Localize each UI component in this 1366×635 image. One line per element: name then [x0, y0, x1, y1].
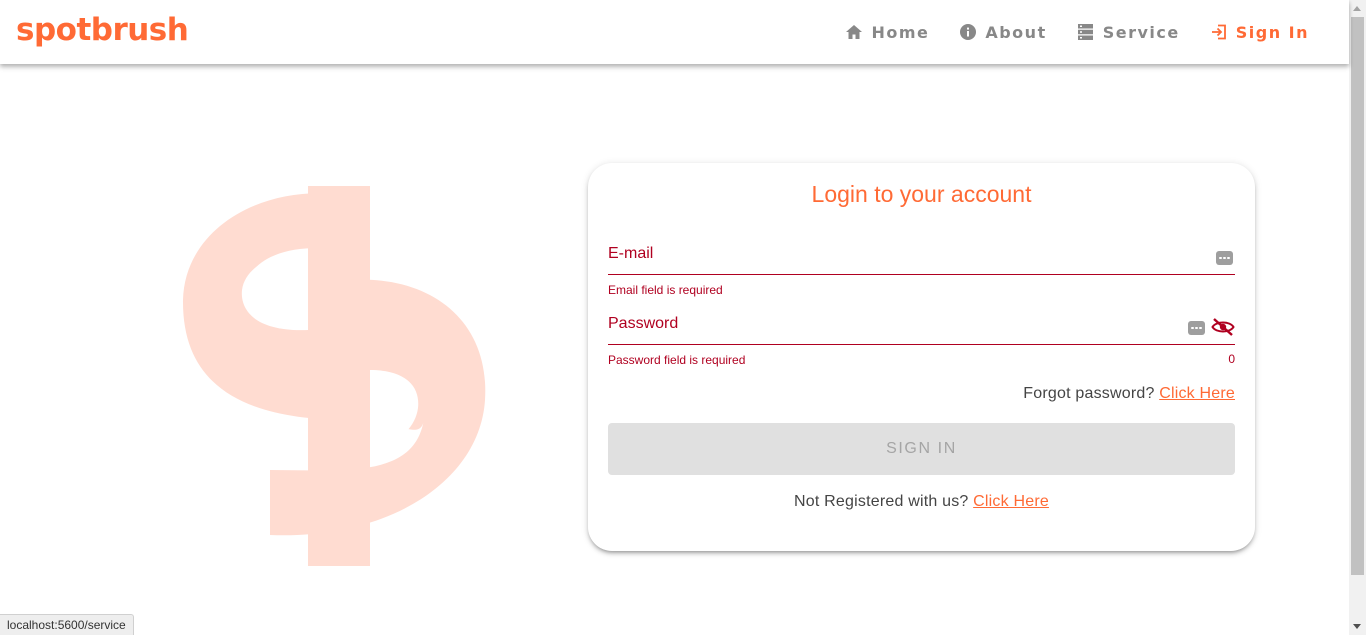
brand-logo[interactable]: spotbrush: [16, 12, 189, 48]
autofill-key-icon[interactable]: [1188, 321, 1205, 335]
main-nav: Home About Service Sign In: [830, 14, 1324, 50]
nav-about-label: About: [985, 22, 1047, 42]
scroll-up-arrow-icon[interactable]: [1353, 6, 1361, 11]
sign-in-button[interactable]: SIGN IN: [608, 423, 1235, 475]
forgot-password-text: Forgot password?: [1023, 385, 1155, 402]
register-link[interactable]: Click Here: [973, 493, 1049, 510]
dollar-logo-illustration: [170, 180, 500, 575]
register-text: Not Registered with us?: [794, 493, 969, 510]
vertical-scrollbar[interactable]: [1349, 0, 1366, 635]
eye-off-icon[interactable]: [1211, 318, 1235, 336]
info-icon: [959, 23, 977, 41]
scroll-down-arrow-icon[interactable]: [1353, 624, 1361, 629]
app-bar: spotbrush Home About Service Sign In: [0, 0, 1349, 64]
nav-home[interactable]: Home: [830, 14, 944, 50]
register-row: Not Registered with us? Click Here: [588, 493, 1255, 511]
login-title: Login to your account: [811, 181, 1032, 207]
scrollbar-thumb[interactable]: [1351, 17, 1364, 575]
forgot-password-row: Forgot password? Click Here: [1023, 385, 1235, 403]
email-field[interactable]: E-mail: [608, 239, 1235, 275]
forgot-password-link[interactable]: Click Here: [1159, 385, 1235, 402]
nav-sign-in[interactable]: Sign In: [1195, 14, 1324, 50]
link-preview-status: localhost:5600/service: [0, 614, 134, 635]
nav-sign-in-label: Sign In: [1235, 22, 1309, 42]
password-error: Password field is required: [608, 353, 746, 367]
password-input[interactable]: [608, 309, 1168, 343]
login-card: Login to your account E-mail Email field…: [588, 163, 1255, 551]
home-icon: [845, 23, 863, 41]
email-input[interactable]: [608, 239, 1168, 273]
autofill-key-icon[interactable]: [1216, 251, 1233, 265]
nav-home-label: Home: [871, 22, 930, 42]
login-icon: [1210, 23, 1228, 41]
password-field[interactable]: Password: [608, 309, 1235, 345]
nav-about[interactable]: About: [944, 14, 1061, 50]
password-char-counter: 0: [1228, 352, 1235, 366]
server-icon: [1077, 23, 1095, 41]
nav-service[interactable]: Service: [1062, 14, 1195, 50]
email-error: Email field is required: [608, 283, 723, 297]
nav-service-label: Service: [1102, 22, 1180, 42]
